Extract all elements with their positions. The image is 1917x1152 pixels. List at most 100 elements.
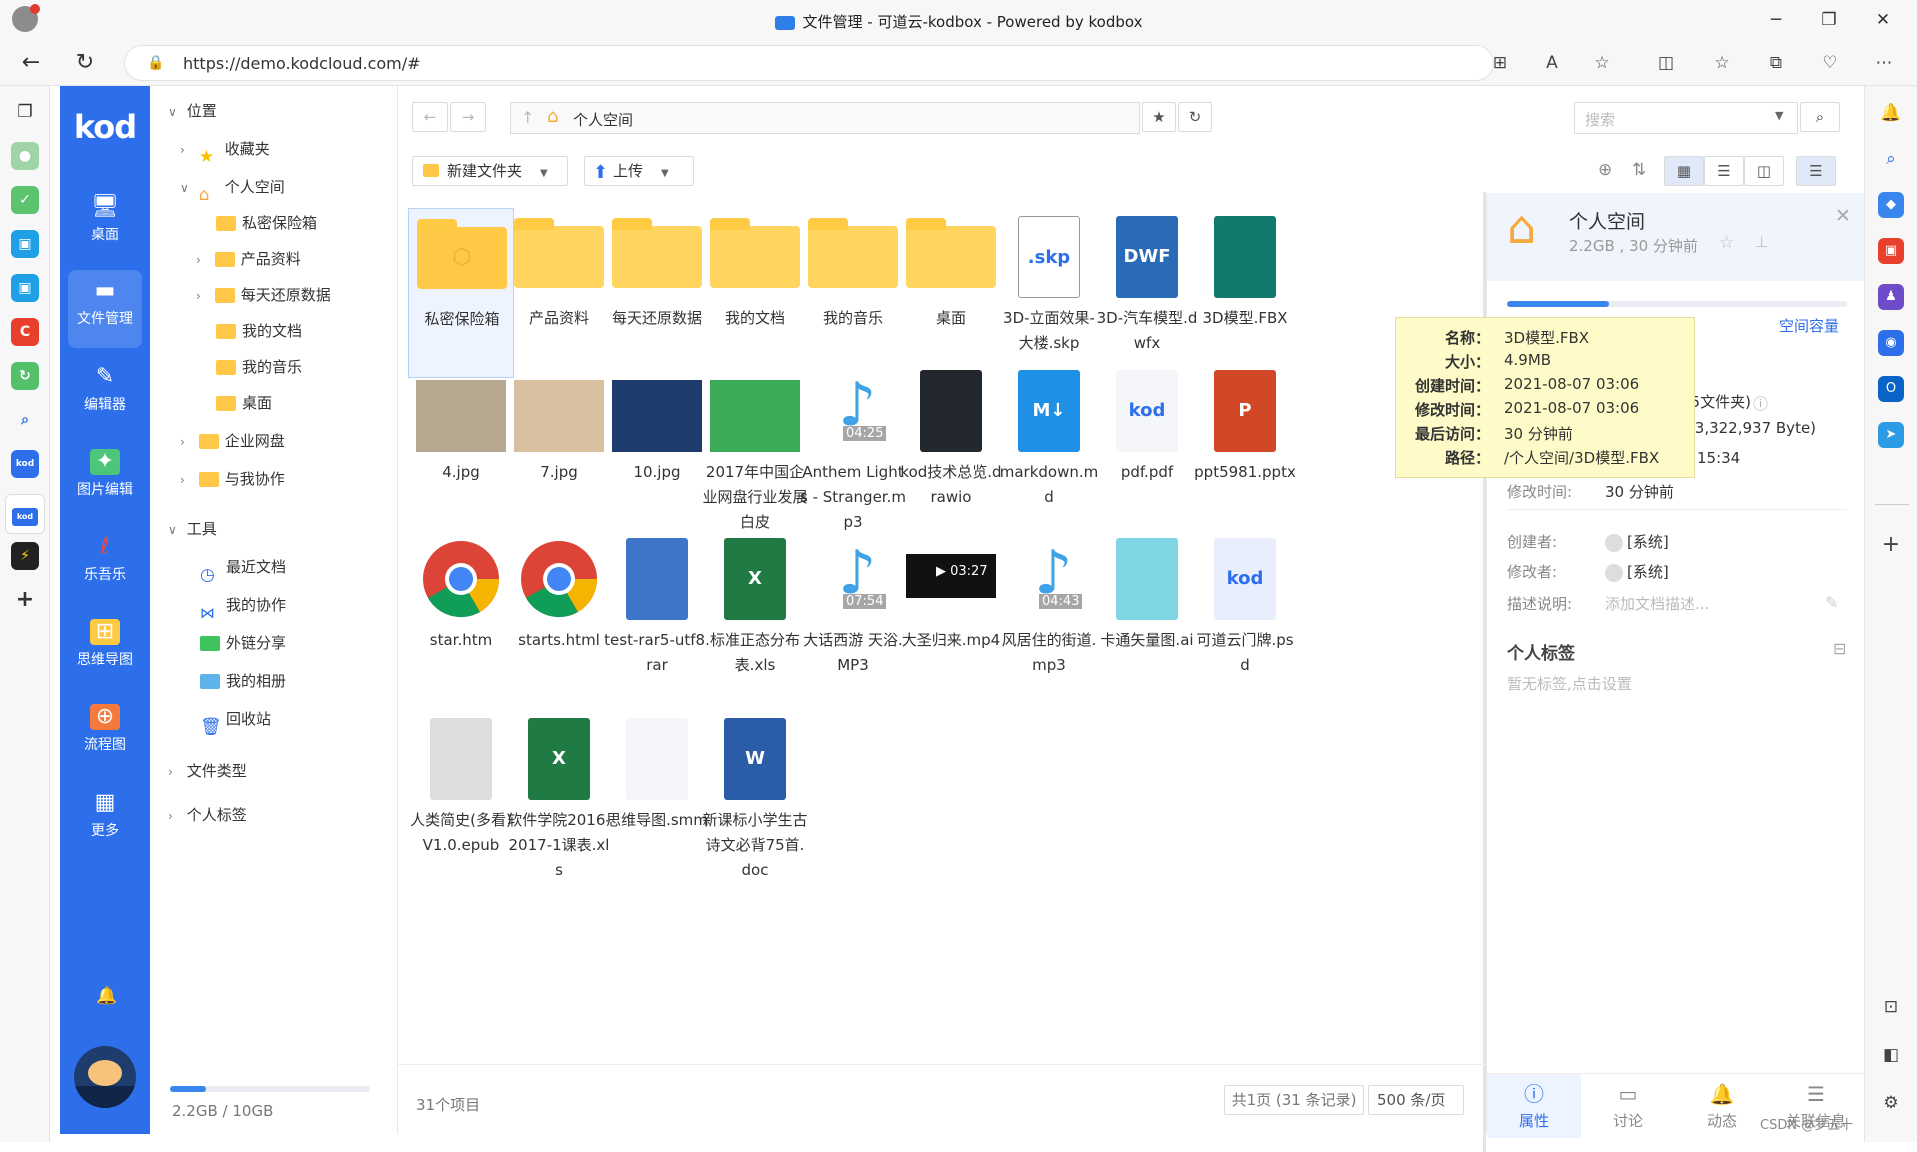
tab-bilibili2-icon[interactable]: ▣: [11, 274, 39, 302]
view-split-mode[interactable]: ◫: [1744, 156, 1784, 186]
description-input[interactable]: 添加文档描述...: [1605, 593, 1709, 614]
tab-properties[interactable]: ⓘ 属性: [1487, 1074, 1581, 1138]
search-icon[interactable]: ⌕: [1878, 146, 1904, 172]
file-item[interactable]: 10.jpg: [604, 362, 710, 532]
view-icon-mode[interactable]: ▦: [1664, 156, 1704, 186]
file-item[interactable]: Pppt5981.pptx: [1192, 362, 1298, 532]
tab-refresh-icon[interactable]: ↻: [11, 362, 39, 390]
toolbox-icon[interactable]: ▣: [1878, 238, 1904, 264]
nav-flowchart[interactable]: ⊕ 流程图: [60, 696, 150, 774]
file-item[interactable]: X 软件学院2016-2017-1课表.xls: [506, 710, 612, 880]
tab-bilibili-icon[interactable]: ▣: [11, 230, 39, 258]
nav-mindmap[interactable]: ⊞ 思维导图: [60, 611, 150, 689]
nav-desktop[interactable]: 🖥 桌面: [60, 186, 150, 264]
pin-icon[interactable]: ⊥: [1755, 233, 1768, 251]
file-item[interactable]: 3D模型.FBX: [1192, 208, 1298, 378]
tab-check-icon[interactable]: ✓: [11, 186, 39, 214]
file-item[interactable]: 产品资料: [506, 208, 612, 378]
favorite-star-icon[interactable]: ☆: [1590, 51, 1614, 75]
per-page-select[interactable]: 500 条/页: [1368, 1085, 1464, 1115]
file-item[interactable]: 2017年中国企业网盘行业发展白皮: [702, 362, 808, 532]
tree-recent[interactable]: ◷ 最近文档: [150, 552, 398, 585]
new-tab-icon[interactable]: +: [11, 586, 39, 614]
file-item[interactable]: DWF 3D-汽车模型.dwfx: [1094, 208, 1200, 378]
favorites-icon[interactable]: ☆: [1710, 51, 1734, 75]
file-item[interactable]: test-rar5-utf8.rar: [604, 530, 710, 700]
file-item[interactable]: 人类简史(多看)V1.0.epub: [408, 710, 514, 880]
extension-icon[interactable]: ♡: [1818, 51, 1842, 75]
outlook-icon[interactable]: O: [1878, 376, 1904, 402]
star-icon[interactable]: ☆: [1719, 233, 1734, 253]
nav-file-manager[interactable]: ▬ 文件管理: [68, 270, 142, 348]
nav-le5le[interactable]: ℓ 乐吾乐: [60, 526, 150, 604]
tab-discussion[interactable]: ▭ 讨论: [1581, 1074, 1675, 1138]
tab-kod-icon[interactable]: kod: [11, 450, 39, 478]
tree-item-vault[interactable]: 私密保险箱: [150, 208, 398, 238]
tree-item-music[interactable]: 我的音乐: [150, 352, 398, 382]
sort-icon[interactable]: ⇅: [1632, 160, 1646, 180]
tree-enterprise[interactable]: › 企业网盘: [150, 426, 398, 456]
search-icon[interactable]: ⌕: [1800, 102, 1840, 132]
reload-icon[interactable]: ↻: [70, 48, 100, 78]
tag-icon[interactable]: ◆: [1878, 192, 1904, 218]
file-item[interactable]: 7.jpg: [506, 362, 612, 532]
tab-kod-active-icon[interactable]: kod: [5, 494, 45, 534]
more-menu-icon[interactable]: ⋯: [1872, 51, 1896, 75]
screenshot-icon[interactable]: ⊡: [1878, 994, 1904, 1020]
tags-empty[interactable]: 暂无标签,点击设置: [1507, 673, 1632, 694]
tree-link-share[interactable]: 外链分享: [150, 628, 398, 658]
tree-location[interactable]: ∨ 位置: [150, 96, 398, 126]
kod-logo[interactable]: kod: [60, 108, 150, 146]
file-item[interactable]: starts.html: [506, 530, 612, 700]
tab-bolt-icon[interactable]: ⚡: [11, 542, 39, 570]
tab-search-icon[interactable]: ⌕: [11, 406, 39, 434]
file-item[interactable]: M↓ markdown.md: [996, 362, 1102, 532]
search-input[interactable]: 搜索: [1585, 109, 1615, 130]
read-aloud-icon[interactable]: A: [1540, 51, 1564, 75]
file-item[interactable]: 4.jpg: [408, 362, 514, 532]
close-window-button[interactable]: ✕: [1870, 8, 1896, 32]
bell-icon[interactable]: 🔔: [96, 986, 117, 1006]
file-item[interactable]: 我的音乐: [800, 208, 906, 378]
people-icon[interactable]: ♟: [1878, 284, 1904, 310]
file-item[interactable]: .skp 3D-立面效果-大楼.skp: [996, 208, 1102, 378]
file-item[interactable]: ⬡ 私密保险箱: [408, 208, 514, 378]
split-screen-icon[interactable]: ◫: [1654, 51, 1678, 75]
file-item[interactable]: 我的文档: [702, 208, 808, 378]
tree-item-desktop[interactable]: 桌面: [150, 388, 398, 418]
pencil-icon[interactable]: ✎: [1825, 593, 1838, 612]
file-item[interactable]: star.htm: [408, 530, 514, 700]
file-item[interactable]: ♪ 04:25 Anthem Lights - Stranger.mp3: [800, 362, 906, 532]
file-item[interactable]: 卡通矢量图.ai: [1094, 530, 1200, 700]
collections-icon[interactable]: ⧉: [1764, 51, 1788, 75]
settings-gear-icon[interactable]: ⚙: [1878, 1090, 1904, 1116]
info-circle-icon[interactable]: ⓘ: [1753, 393, 1768, 414]
tab-activity[interactable]: 🔔 动态: [1675, 1074, 1769, 1138]
tree-collab[interactable]: › 与我协作: [150, 464, 398, 494]
add-icon[interactable]: +: [1878, 532, 1904, 558]
bookmark-icon[interactable]: ⊟: [1833, 639, 1846, 658]
tree-favorites[interactable]: › ★ 收藏夹: [150, 134, 398, 167]
file-item[interactable]: kod 可道云门牌.psd: [1192, 530, 1298, 700]
chevron-down-icon[interactable]: ▼: [1775, 109, 1783, 122]
view-list-mode[interactable]: ☰: [1704, 156, 1744, 186]
send-icon[interactable]: ➤: [1878, 422, 1904, 448]
nav-editor[interactable]: ✎ 编辑器: [60, 356, 150, 434]
tree-tags[interactable]: › 个人标签: [150, 800, 398, 830]
nav-more[interactable]: ▦ 更多: [60, 782, 150, 860]
address-bar[interactable]: 🔒 https://demo.kodcloud.com/#: [124, 45, 1494, 81]
tab-c-icon[interactable]: C: [11, 318, 39, 346]
file-item[interactable]: ▶ 03:27 大圣归来.mp4: [898, 530, 1004, 700]
tree-item-docs[interactable]: 我的文档: [150, 316, 398, 346]
tree-album[interactable]: 我的相册: [150, 666, 398, 696]
user-avatar[interactable]: [74, 1046, 136, 1108]
info-panel-toggle[interactable]: ☰: [1796, 156, 1836, 186]
bell-icon[interactable]: 🔔: [1878, 100, 1904, 126]
tree-item-products[interactable]: › 产品资料: [150, 244, 398, 274]
tree-recycle[interactable]: 🗑 回收站: [150, 704, 398, 737]
file-item[interactable]: ♪ 07:54 大话西游 天浴.MP3: [800, 530, 906, 700]
file-item[interactable]: ♪ 04:43 风居住的街道.mp3: [996, 530, 1102, 700]
capacity-link[interactable]: 空间容量: [1779, 315, 1839, 336]
file-item[interactable]: X 标准正态分布表.xls: [702, 530, 808, 700]
file-item[interactable]: kod技术总览.drawio: [898, 362, 1004, 532]
